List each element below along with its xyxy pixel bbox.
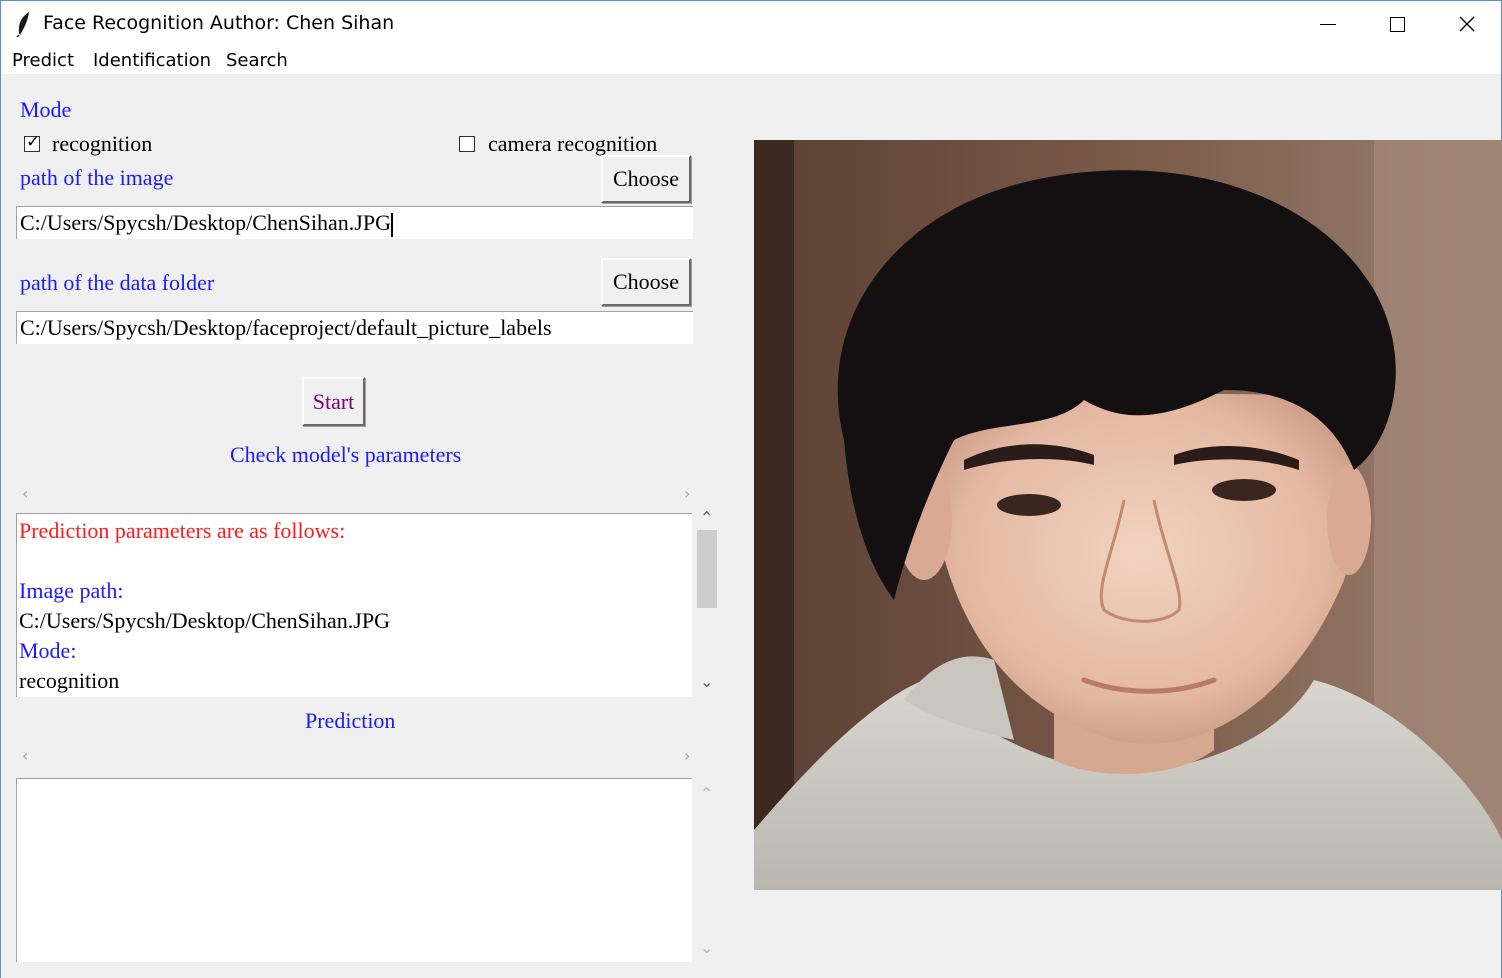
checkmark-icon: ✓ — [26, 132, 41, 152]
image-path-value: C:/Users/Spycsh/Desktop/ChenSihan.JPG — [20, 210, 391, 235]
close-button[interactable] — [1433, 1, 1501, 47]
params-heading: Check model's parameters — [230, 442, 462, 467]
chevron-down-icon[interactable]: ⌄ — [700, 938, 713, 957]
params-line: Image path: — [19, 578, 124, 603]
chevron-up-icon[interactable]: ⌃ — [700, 784, 713, 803]
params-line: Prediction parameters are as follows: — [19, 518, 346, 543]
prediction-horizontal-scrollbar[interactable]: ‹ › — [16, 746, 704, 768]
window-title: Face Recognition Author: Chen Sihan — [43, 12, 395, 34]
start-button[interactable]: Start — [302, 377, 365, 426]
prediction-heading: Prediction — [305, 708, 396, 733]
menu-search[interactable]: Search — [226, 50, 288, 71]
mode-heading: Mode — [20, 97, 72, 122]
maximize-icon — [1389, 16, 1405, 32]
prediction-text — [19, 781, 690, 811]
feather-icon — [16, 12, 29, 37]
prediction-textbox[interactable] — [16, 778, 692, 962]
choose-folder-button[interactable]: Choose — [601, 258, 691, 306]
text-caret — [390, 212, 393, 237]
camera-recognition-label: camera recognition — [488, 131, 658, 156]
chevron-right-icon[interactable]: › — [684, 484, 690, 503]
maximize-button[interactable] — [1363, 1, 1431, 47]
chevron-left-icon[interactable]: ‹ — [22, 484, 28, 503]
image-path-label: path of the image — [20, 165, 174, 190]
menu-predict[interactable]: Predict — [12, 50, 74, 71]
params-line: C:/Users/Spycsh/Desktop/ChenSihan.JPG — [19, 608, 390, 633]
chevron-up-icon[interactable]: ⌃ — [700, 508, 713, 527]
window-border-left — [0, 46, 1, 978]
chevron-right-icon[interactable]: › — [684, 746, 690, 765]
title-bar: Face Recognition Author: Chen Sihan — [0, 0, 1502, 46]
minimize-icon — [1320, 23, 1336, 25]
camera-recognition-checkbox[interactable] — [459, 136, 475, 152]
data-folder-label: path of the data folder — [20, 270, 215, 295]
params-line — [19, 546, 690, 576]
close-icon — [1459, 16, 1475, 32]
recognition-checkbox[interactable]: ✓ — [24, 132, 40, 152]
image-path-input[interactable]: C:/Users/Spycsh/Desktop/ChenSihan.JPG — [16, 206, 693, 239]
menu-bar: Predict Identification Search — [1, 46, 1501, 74]
params-textbox[interactable]: Prediction parameters are as follows: Im… — [16, 513, 692, 697]
params-line: Mode: — [19, 638, 77, 663]
prediction-vertical-scrollbar[interactable]: ⌃ ⌄ — [695, 780, 719, 964]
face-photo-drawing — [754, 140, 1502, 890]
params-line: recognition — [19, 668, 120, 693]
menu-identification[interactable]: Identification — [93, 50, 211, 71]
minimize-button[interactable] — [1294, 1, 1362, 47]
chevron-down-icon[interactable]: ⌄ — [700, 672, 713, 691]
data-folder-input[interactable]: C:/Users/Spycsh/Desktop/faceproject/defa… — [16, 311, 693, 344]
data-folder-value: C:/Users/Spycsh/Desktop/faceproject/defa… — [20, 315, 552, 340]
recognition-label: recognition — [52, 131, 153, 156]
scrollbar-thumb[interactable] — [697, 530, 717, 608]
choose-image-button[interactable]: Choose — [601, 155, 691, 203]
face-photo — [754, 140, 1502, 890]
chevron-left-icon[interactable]: ‹ — [22, 746, 28, 765]
params-vertical-scrollbar[interactable]: ⌃ ⌄ — [695, 506, 719, 700]
params-horizontal-scrollbar[interactable]: ‹ › — [16, 484, 704, 506]
